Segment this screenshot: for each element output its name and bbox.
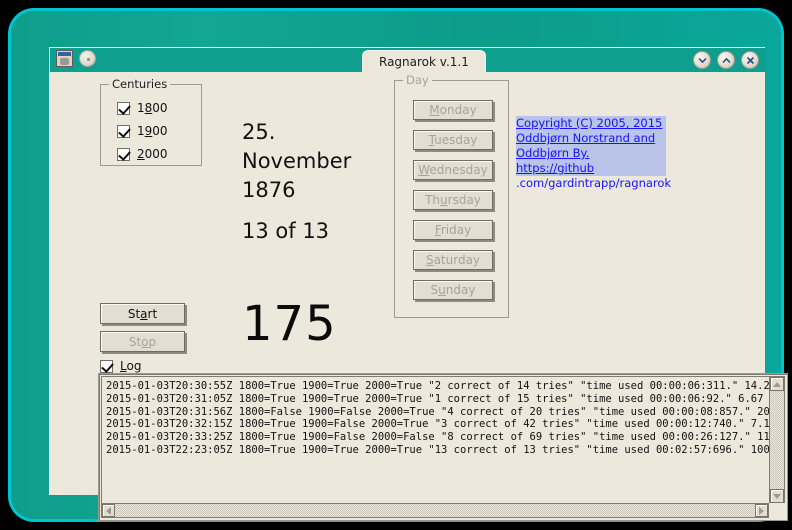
scroll-down-button[interactable] [770, 489, 784, 503]
copyright-line-2: Oddbjørn Norstrand and [516, 131, 666, 146]
copyright-block[interactable]: Copyright (C) 2005, 2015 Oddbjørn Norstr… [516, 116, 671, 191]
centuries-groupbox: Centuries 1800 1900 2000 [100, 77, 202, 166]
date-day: 25. [242, 120, 276, 144]
desktop-background: Ragnarok v.1.1 Centuries 1800 1900 2000 … [0, 0, 792, 530]
arrow-up-icon [773, 381, 781, 387]
close-button[interactable] [741, 51, 759, 69]
project-url-line-1[interactable]: https://github [516, 161, 666, 176]
arrow-down-icon [773, 493, 781, 499]
day-button-monday[interactable]: Monday [413, 100, 493, 120]
day-button-thursday[interactable]: Thursday [413, 190, 493, 210]
day-button-monday-label: Monday [429, 103, 477, 117]
title-bar-left-controls [56, 50, 96, 67]
log-vertical-scrollbar[interactable] [769, 376, 785, 504]
window-frame-inner: Ragnarok v.1.1 Centuries 1800 1900 2000 … [11, 11, 788, 521]
checkbox-1800[interactable]: 1800 [117, 101, 168, 115]
day-button-wednesday[interactable]: Wednesday [413, 160, 493, 180]
log-checkbox[interactable]: Log [100, 359, 141, 373]
minimize-button[interactable] [693, 51, 711, 69]
stop-button-label: Stop [128, 334, 157, 349]
start-button-label: Start [127, 306, 158, 321]
checkbox-2000-box[interactable] [117, 147, 130, 161]
shade-button-icon[interactable] [79, 50, 96, 67]
horizontal-scrollbar-trough[interactable] [115, 504, 755, 517]
chevron-up-icon [722, 57, 730, 63]
arrow-left-icon [106, 506, 111, 515]
log-checkbox-box[interactable] [100, 359, 113, 373]
checkbox-1900[interactable]: 1900 [117, 124, 168, 138]
chevron-down-icon [698, 57, 706, 63]
day-button-friday[interactable]: Friday [413, 220, 493, 240]
title-bar: Ragnarok v.1.1 [50, 48, 766, 72]
log-checkbox-label: Log [120, 359, 142, 373]
day-groupbox: Day Monday Tuesday Wednesday Thursday Fr… [394, 73, 509, 318]
day-legend: Day [403, 73, 432, 87]
scrollbar-corner [769, 503, 785, 518]
checkbox-1900-box[interactable] [117, 124, 130, 138]
scroll-up-button[interactable] [770, 377, 784, 391]
day-button-sunday[interactable]: Sunday [413, 280, 493, 300]
day-button-saturday[interactable]: Saturday [413, 250, 493, 270]
day-button-wednesday-label: Wednesday [418, 163, 488, 177]
day-button-sunday-label: Sunday [430, 283, 476, 297]
day-button-saturday-label: Saturday [425, 253, 481, 267]
window-controls [693, 51, 759, 69]
scroll-right-button[interactable] [755, 504, 768, 517]
countdown-value: 175 [242, 296, 337, 352]
log-panel: 2015-01-03T20:30:55Z 1800=True 1900=True… [98, 373, 788, 521]
log-horizontal-scrollbar[interactable] [101, 503, 769, 518]
day-button-thursday-label: Thursday [425, 193, 481, 207]
checkbox-2000-label: 2000 [137, 147, 168, 161]
date-month: November [242, 148, 352, 173]
start-button[interactable]: Start [100, 303, 185, 324]
log-text-area[interactable]: 2015-01-03T20:30:55Z 1800=True 1900=True… [101, 376, 769, 504]
window-title: Ragnarok v.1.1 [362, 50, 486, 72]
date-year: 1876 [242, 177, 296, 202]
vertical-scrollbar-trough[interactable] [770, 391, 784, 489]
checkbox-1800-label: 1800 [137, 101, 168, 115]
date-display: 25. November 1876 13 of 13 [242, 118, 392, 246]
scroll-left-button[interactable] [102, 504, 115, 517]
application-window: Ragnarok v.1.1 Centuries 1800 1900 2000 … [49, 47, 788, 521]
checkbox-1800-box[interactable] [117, 101, 130, 115]
day-button-friday-label: Friday [434, 223, 472, 237]
day-button-tuesday-label: Tuesday [428, 133, 478, 147]
close-icon [746, 56, 754, 64]
arrow-right-icon [759, 506, 764, 515]
stop-button[interactable]: Stop [100, 331, 185, 352]
checkbox-1900-label: 1900 [137, 124, 168, 138]
maximize-button[interactable] [717, 51, 735, 69]
project-url-line-2[interactable]: .com/gardintrapp/ragnarok [516, 176, 671, 191]
checkbox-2000[interactable]: 2000 [117, 147, 168, 161]
copyright-line-3: Oddbjørn By. [516, 146, 666, 161]
centuries-legend: Centuries [109, 77, 171, 91]
window-menu-icon[interactable] [56, 50, 73, 67]
copyright-line-1: Copyright (C) 2005, 2015 [516, 116, 666, 131]
day-button-tuesday[interactable]: Tuesday [413, 130, 493, 150]
score-progress: 13 of 13 [242, 218, 330, 243]
